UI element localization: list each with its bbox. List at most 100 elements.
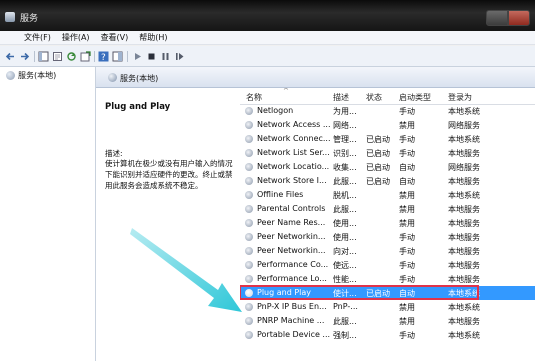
start-service-icon[interactable] <box>132 51 143 62</box>
details-pane: 服务(本地) Plug and Play 描述: 使计算机在极少或没有用户输入的… <box>96 67 535 361</box>
service-log-on-as: 本地服务 <box>448 219 480 228</box>
service-log-on-as: 本地服务 <box>448 205 480 214</box>
service-status: 已启动 <box>366 177 390 186</box>
table-row[interactable]: Portable Device ... 强制... 手动 本地系统 <box>240 328 535 342</box>
list-header: 名称 ^ 描述 状态 启动类型 登录为 <box>240 88 535 105</box>
service-name: Plug and Play <box>257 288 312 297</box>
service-startup-type: 禁用 <box>399 191 415 200</box>
service-status: 已启动 <box>366 135 390 144</box>
show-hide-icon[interactable] <box>112 51 123 62</box>
column-header-description[interactable]: 描述 <box>333 92 349 103</box>
menu-file[interactable]: 文件(F) <box>24 32 51 43</box>
service-startup-type: 手动 <box>399 135 415 144</box>
export-list-icon[interactable] <box>80 51 91 62</box>
column-header-status[interactable]: 状态 <box>366 92 382 103</box>
service-name: Network Connec... <box>257 134 331 143</box>
service-gear-icon <box>245 191 253 199</box>
service-status: 已启动 <box>366 149 390 158</box>
service-gear-icon <box>245 163 253 171</box>
service-log-on-as: 本地服务 <box>448 233 480 242</box>
table-row[interactable]: Parental Controls 此服... 禁用 本地服务 <box>240 202 535 216</box>
service-name: Network Locatio... <box>257 162 330 171</box>
service-description: 识别... <box>333 149 357 158</box>
sort-caret-icon: ^ <box>283 88 289 95</box>
properties-icon[interactable] <box>52 51 63 62</box>
service-log-on-as: 本地系统 <box>448 107 480 116</box>
service-startup-type: 禁用 <box>399 121 415 130</box>
service-description: 为用... <box>333 107 357 116</box>
console-tree: 服务(本地) <box>0 67 96 361</box>
service-startup-type: 手动 <box>399 247 415 256</box>
table-row[interactable]: Performance Lo... 性能... 手动 本地服务 <box>240 272 535 286</box>
service-name: Portable Device ... <box>257 330 331 339</box>
service-log-on-as: 本地系统 <box>448 331 480 340</box>
service-startup-type: 自动 <box>399 163 415 172</box>
close-button[interactable] <box>508 10 530 26</box>
selected-service-name: Plug and Play <box>105 102 171 112</box>
service-startup-type: 手动 <box>399 149 415 158</box>
table-row[interactable]: Offline Files 脱机... 禁用 本地系统 <box>240 188 535 202</box>
service-description: 网络... <box>333 121 357 130</box>
menu-bar: 文件(F) 操作(A) 查看(V) 帮助(H) <box>0 31 535 45</box>
table-row[interactable]: Network Locatio... 收集... 已启动 自动 网络服务 <box>240 160 535 174</box>
menu-action[interactable]: 操作(A) <box>62 32 90 43</box>
service-name: Parental Controls <box>257 204 326 213</box>
column-header-startup-type[interactable]: 启动类型 <box>399 92 431 103</box>
table-row[interactable]: Plug and Play 使计... 已启动 自动 本地系统 <box>240 285 535 300</box>
service-description: 性能... <box>333 275 357 284</box>
column-header-name[interactable]: 名称 <box>246 92 262 103</box>
table-row[interactable]: Network List Ser... 识别... 已启动 手动 本地服务 <box>240 146 535 160</box>
service-startup-type: 手动 <box>399 275 415 284</box>
service-name: Offline Files <box>257 190 304 199</box>
back-arrow-icon[interactable] <box>5 51 16 62</box>
service-startup-type: 手动 <box>399 331 415 340</box>
service-gear-icon <box>245 219 253 227</box>
service-description-panel: Plug and Play 描述: 使计算机在极少或没有用户输入的情况下能识别并… <box>96 88 237 361</box>
table-row[interactable]: Netlogon 为用... 手动 本地系统 <box>240 104 535 118</box>
help-icon[interactable]: ? <box>98 51 109 62</box>
services-gear-icon <box>6 71 15 80</box>
menu-view[interactable]: 查看(V) <box>101 32 129 43</box>
service-gear-icon <box>245 177 253 185</box>
pause-service-icon[interactable] <box>160 51 171 62</box>
service-startup-type: 禁用 <box>399 303 415 312</box>
service-gear-icon <box>245 331 253 339</box>
service-log-on-as: 本地系统 <box>448 289 480 298</box>
service-name: Peer Networkin... <box>257 246 326 255</box>
table-row[interactable]: Peer Name Res... 使用... 禁用 本地服务 <box>240 216 535 230</box>
service-name: Netlogon <box>257 106 294 115</box>
svg-text:?: ? <box>101 53 106 62</box>
service-status: 已启动 <box>366 289 390 298</box>
table-row[interactable]: Peer Networkin... 向对... 手动 本地服务 <box>240 244 535 258</box>
column-header-log-on-as[interactable]: 登录为 <box>448 92 472 103</box>
service-description: 此服... <box>333 177 357 186</box>
console-tree-icon[interactable] <box>38 51 49 62</box>
service-startup-type: 自动 <box>399 289 415 298</box>
service-startup-type: 手动 <box>399 233 415 242</box>
title-bar: 服务 <box>0 0 535 31</box>
table-row[interactable]: PNRP Machine ... 此服... 禁用 本地服务 <box>240 314 535 328</box>
service-gear-icon <box>245 247 253 255</box>
table-row[interactable]: Peer Networkin... 使用... 手动 本地服务 <box>240 230 535 244</box>
service-log-on-as: 本地服务 <box>448 247 480 256</box>
table-row[interactable]: Network Store I... 此服... 已启动 自动 本地服务 <box>240 174 535 188</box>
service-name: Network Access ... <box>257 120 331 129</box>
service-gear-icon <box>245 107 253 115</box>
forward-arrow-icon[interactable] <box>19 51 30 62</box>
service-name: Performance Co... <box>257 260 329 269</box>
minimize-button[interactable] <box>486 10 508 26</box>
menu-help[interactable]: 帮助(H) <box>139 32 167 43</box>
table-row[interactable]: Performance Co... 使远... 手动 本地服务 <box>240 258 535 272</box>
tree-node-local-services[interactable]: 服务(本地) <box>6 70 56 81</box>
table-row[interactable]: Network Access ... 网络... 禁用 网络服务 <box>240 118 535 132</box>
window-controls <box>486 10 530 26</box>
description-text: 使计算机在极少或没有用户输入的情况下能识别并适应硬件的更改。终止或禁用此服务会造… <box>105 159 233 190</box>
service-startup-type: 自动 <box>399 177 415 186</box>
restart-service-icon[interactable] <box>174 51 185 62</box>
table-row[interactable]: PnP-X IP Bus En... PnP-... 禁用 本地系统 <box>240 300 535 314</box>
refresh-icon[interactable] <box>66 51 77 62</box>
table-row[interactable]: Network Connec... 管理... 已启动 手动 本地系统 <box>240 132 535 146</box>
service-description: 收集... <box>333 163 357 172</box>
stop-service-icon[interactable] <box>146 51 157 62</box>
window-title: 服务 <box>20 14 39 24</box>
